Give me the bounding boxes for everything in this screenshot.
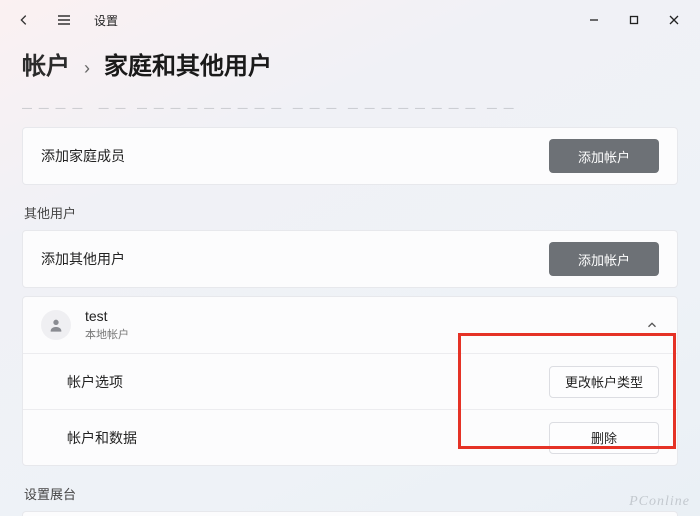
- kiosk-card-peek: [22, 511, 678, 516]
- add-other-account-button[interactable]: 添加帐户: [549, 242, 659, 276]
- breadcrumb-separator: ›: [84, 58, 90, 79]
- avatar: [41, 310, 71, 340]
- user-name: test: [85, 308, 129, 324]
- user-header-row[interactable]: test 本地帐户: [23, 297, 677, 353]
- minimize-button[interactable]: [574, 6, 614, 34]
- other-users-heading: 其他用户: [24, 203, 676, 222]
- chevron-up-icon: [645, 318, 659, 332]
- family-card: 添加家庭成员 添加帐户: [22, 127, 678, 185]
- content-area: 帐户 › 家庭和其他用户 — — — — — — — — — — — — — —…: [0, 40, 700, 516]
- titlebar: 设置: [0, 0, 700, 40]
- breadcrumb-root[interactable]: 帐户: [22, 46, 70, 81]
- maximize-button[interactable]: [614, 6, 654, 34]
- add-family-member-row: 添加家庭成员 添加帐户: [23, 128, 677, 184]
- close-button[interactable]: [654, 6, 694, 34]
- user-subtitle: 本地帐户: [85, 326, 129, 342]
- add-family-account-button[interactable]: 添加帐户: [549, 139, 659, 173]
- app-title: 设置: [94, 12, 118, 29]
- kiosk-heading: 设置展台: [24, 484, 676, 503]
- remove-account-button[interactable]: 删除: [549, 422, 659, 454]
- account-data-row: 帐户和数据 删除: [23, 409, 677, 465]
- add-other-user-row: 添加其他用户 添加帐户: [23, 231, 677, 287]
- watermark: PConline: [629, 494, 690, 510]
- user-test-card: test 本地帐户 帐户选项 更改帐户类型 帐户和数据 删除: [22, 296, 678, 466]
- close-icon: [669, 15, 679, 25]
- truncated-description: — — — — — — — — — — — — — — — — — — — — …: [22, 103, 678, 119]
- arrow-left-icon: [17, 13, 31, 27]
- change-account-type-button[interactable]: 更改帐户类型: [549, 366, 659, 398]
- account-options-row: 帐户选项 更改帐户类型: [23, 353, 677, 409]
- account-data-label: 帐户和数据: [67, 428, 137, 448]
- breadcrumb: 帐户 › 家庭和其他用户: [22, 46, 678, 81]
- breadcrumb-current: 家庭和其他用户: [104, 46, 272, 81]
- add-other-user-label: 添加其他用户: [41, 249, 125, 269]
- add-family-member-label: 添加家庭成员: [41, 146, 125, 166]
- add-other-user-card: 添加其他用户 添加帐户: [22, 230, 678, 288]
- person-icon: [48, 317, 64, 333]
- hamburger-icon: [56, 12, 72, 28]
- collapse-chevron[interactable]: [645, 318, 659, 332]
- maximize-icon: [629, 15, 639, 25]
- account-options-label: 帐户选项: [67, 372, 123, 392]
- back-button[interactable]: [6, 2, 42, 38]
- menu-button[interactable]: [46, 2, 82, 38]
- minimize-icon: [589, 15, 599, 25]
